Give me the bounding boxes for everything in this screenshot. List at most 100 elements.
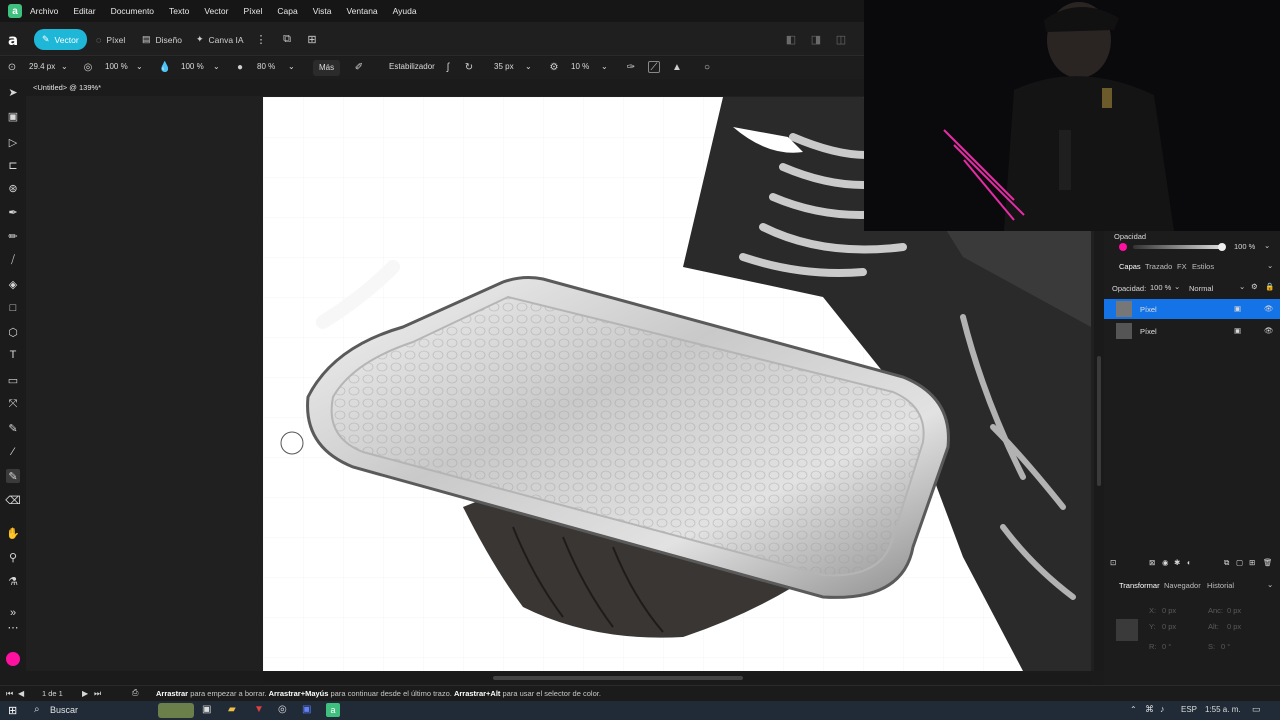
visibility-eye-icon[interactable]: 👁 xyxy=(1264,304,1274,313)
selection-brush-icon[interactable]: ⊛ xyxy=(6,181,20,195)
hardness-field[interactable]: 80 % xyxy=(257,62,275,71)
expand-tools-icon[interactable]: » xyxy=(6,606,20,620)
persona-canva-ai-button[interactable]: ✦ Canva IA xyxy=(188,29,252,50)
paint-brush-icon[interactable]: ⧸ xyxy=(6,253,20,267)
rectangle-tool-icon[interactable]: □ xyxy=(6,301,20,315)
menu-texto[interactable]: Texto xyxy=(169,6,189,16)
erase-brush-icon[interactable]: ✎ xyxy=(6,469,20,483)
persona-vector-button[interactable]: ✎ Vector xyxy=(34,29,87,50)
eyedropper-tool-icon[interactable]: ⚗ xyxy=(6,574,20,588)
notifications-icon[interactable]: ▭ xyxy=(1252,704,1261,715)
clock[interactable]: 1:55 a. m. xyxy=(1205,705,1241,714)
affinity-logo-icon[interactable]: a xyxy=(8,31,24,49)
color-picker-icon[interactable]: ✑ xyxy=(625,61,637,73)
delete-layer-icon[interactable]: 🗑 xyxy=(1263,558,1273,567)
transform-shear-field[interactable]: 0 ° xyxy=(1221,642,1230,651)
group-icon[interactable]: ⧉ xyxy=(1224,558,1229,568)
transform-width-field[interactable]: 0 px xyxy=(1227,606,1241,615)
blend-mode-select[interactable]: Normal xyxy=(1189,284,1213,293)
windows-start-icon[interactable]: ⊞ xyxy=(8,704,17,717)
opacity-slider-handle[interactable] xyxy=(1218,243,1226,251)
layer-settings-icon[interactable]: ⚙ xyxy=(1251,282,1258,291)
menu-capa[interactable]: Capa xyxy=(277,6,297,16)
transform-panel-chevron-icon[interactable]: ⌄ xyxy=(1267,580,1273,589)
persona-design-button[interactable]: ▤ Diseño xyxy=(134,29,190,50)
fill-tool-icon[interactable]: ◈ xyxy=(6,277,20,291)
tab-transformar[interactable]: Transformar xyxy=(1119,581,1160,590)
last-page-icon[interactable]: ⏭ xyxy=(94,689,101,699)
grid-view-icon[interactable]: ⊞ xyxy=(305,32,319,46)
layer-opacity-value[interactable]: 100 % xyxy=(1150,283,1171,292)
hand-tool-icon[interactable]: ✋ xyxy=(6,526,20,540)
artboard-tool-icon[interactable]: ▣ xyxy=(6,109,20,123)
search-icon[interactable]: ⌕ xyxy=(34,704,40,715)
opacity-chevron-icon[interactable]: ⌄ xyxy=(1264,241,1270,250)
file-explorer-icon[interactable]: ▰ xyxy=(228,704,236,715)
background-erase-icon[interactable]: ⌫ xyxy=(5,493,21,507)
flow-field[interactable]: 100 % xyxy=(181,62,204,71)
blend-mode-chevron-icon[interactable]: ⌄ xyxy=(1239,282,1245,291)
brave-browser-icon[interactable]: ▼ xyxy=(254,704,264,715)
image-tool-icon[interactable]: ▭ xyxy=(6,373,20,387)
rope-length-chevron-icon[interactable]: ⌄ xyxy=(525,62,532,71)
rope-length-field[interactable]: 35 px xyxy=(494,62,514,71)
next-page-icon[interactable]: ▶ xyxy=(82,689,88,698)
task-view-icon[interactable]: ▣ xyxy=(202,704,211,715)
transform-tool-icon[interactable]: ⤧ xyxy=(6,397,20,411)
color-swatch[interactable] xyxy=(6,652,20,666)
menu-documento[interactable]: Documento xyxy=(111,6,154,16)
shape-tool-icon[interactable]: ⬡ xyxy=(6,325,20,339)
live-filter-icon[interactable]: ◐ xyxy=(1187,558,1192,567)
menu-archivo[interactable]: Archivo xyxy=(30,6,58,16)
language-indicator[interactable]: ESP xyxy=(1181,705,1197,714)
layer-mask-icon[interactable]: ▣ xyxy=(1234,304,1241,313)
color-opacity-value[interactable]: 100 % xyxy=(1234,242,1255,251)
horizontal-scroll-thumb[interactable] xyxy=(493,676,743,680)
menu-editar[interactable]: Editar xyxy=(73,6,95,16)
arrange-front-icon[interactable]: ◧ xyxy=(784,32,798,46)
move-tool-icon[interactable]: ➤ xyxy=(6,85,20,99)
menu-pixel[interactable]: Píxel xyxy=(243,6,262,16)
tolerance-chevron-icon[interactable]: ⌄ xyxy=(601,62,608,71)
more-tools-icon[interactable]: ⋯ xyxy=(6,620,20,634)
color-dot[interactable] xyxy=(1119,243,1127,251)
layer-row[interactable]: Píxel ▣ 👁 xyxy=(1104,299,1280,319)
wet-edges-icon[interactable]: ⟋ xyxy=(648,61,660,73)
lock-icon[interactable]: 🔒 xyxy=(1265,282,1274,291)
menu-vista[interactable]: Vista xyxy=(313,6,332,16)
anchor-grid-icon[interactable] xyxy=(1116,619,1138,641)
pixel-brush-icon[interactable]: ✎ xyxy=(6,421,20,435)
affinity-taskbar-icon[interactable]: a xyxy=(326,703,340,717)
panel-menu-chevron-icon[interactable]: ⌄ xyxy=(1267,261,1273,270)
tolerance-field[interactable]: 10 % xyxy=(571,62,589,71)
tab-fx[interactable]: FX xyxy=(1177,262,1187,271)
opacity-field[interactable]: 100 % xyxy=(105,62,128,71)
healing-brush-icon[interactable]: ⁄ xyxy=(6,445,20,459)
visibility-eye-icon[interactable]: 👁 xyxy=(1264,326,1274,335)
transform-rotation-field[interactable]: 0 ° xyxy=(1162,642,1171,651)
vertical-scroll-thumb[interactable] xyxy=(1097,356,1101,486)
crop-tool-icon[interactable]: ⊏ xyxy=(6,158,20,172)
more-options-icon[interactable]: ⋮ xyxy=(254,32,268,46)
document-tab[interactable]: <Untitled> @ 139%* xyxy=(33,83,101,92)
layer-mask-icon[interactable]: ▣ xyxy=(1234,326,1241,335)
persona-pixel-button[interactable]: ◌ Píxel xyxy=(88,29,133,50)
horizontal-scrollbar[interactable] xyxy=(263,673,1091,683)
tray-overflow-icon[interactable]: ⌃ xyxy=(1130,705,1137,714)
menu-ventana[interactable]: Ventana xyxy=(346,6,377,16)
add-layer-icon[interactable]: ⊡ xyxy=(1110,558,1116,567)
new-folder-icon[interactable]: ▢ xyxy=(1236,558,1243,567)
mask-icon[interactable]: ◉ xyxy=(1162,558,1169,567)
tab-capas[interactable]: Capas xyxy=(1119,262,1141,271)
fx-icon[interactable]: ✱ xyxy=(1174,558,1180,567)
menu-ayuda[interactable]: Ayuda xyxy=(393,6,417,16)
brush-size-field[interactable]: 29.4 px xyxy=(29,62,55,71)
opacity-chevron-icon[interactable]: ⌄ xyxy=(136,62,143,71)
arrange-back-icon[interactable]: ◫ xyxy=(834,32,848,46)
text-tool-icon[interactable]: T xyxy=(6,348,20,362)
brush-size-chevron-icon[interactable]: ⌄ xyxy=(61,62,68,71)
tab-navegador[interactable]: Navegador xyxy=(1164,581,1201,590)
taskbar-search-input[interactable]: Buscar xyxy=(50,705,78,715)
protect-alpha-icon[interactable]: ▲ xyxy=(671,61,683,73)
brush-preview-icon[interactable]: ◎ xyxy=(82,61,94,73)
